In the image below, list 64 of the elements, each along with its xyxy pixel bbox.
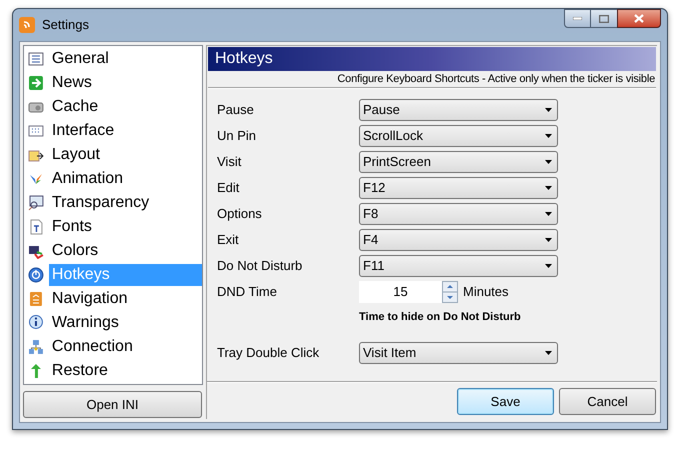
category-item[interactable]: Colors	[48, 240, 202, 262]
close-icon	[634, 14, 644, 23]
open-ini-button[interactable]: Open INI	[23, 391, 202, 418]
dropdown-arrow-icon	[545, 264, 552, 268]
field-label: DND Time	[217, 283, 278, 302]
grid-icon	[28, 123, 44, 139]
category-item[interactable]: Restore	[48, 360, 202, 382]
field-label: Un Pin	[217, 127, 258, 146]
hotkey-dropdown[interactable]: PrintScreen	[359, 151, 558, 173]
field-label: Do Not Disturb	[217, 257, 304, 276]
close-button[interactable]	[617, 9, 661, 28]
maximize-icon	[599, 14, 609, 22]
field-label: Options	[217, 205, 263, 224]
maximize-button[interactable]	[591, 9, 617, 28]
dropdown-arrow-icon	[545, 160, 552, 164]
panel-subtitle: Configure Keyboard Shortcuts - Active only when the ticker is visible	[337, 72, 655, 87]
navigation-icon	[28, 291, 44, 307]
dropdown-arrow-icon	[545, 186, 552, 190]
info-icon	[28, 315, 44, 331]
dropdown-arrow-icon	[545, 108, 552, 112]
spin-arrows-icon	[442, 281, 458, 303]
minimize-icon	[573, 17, 582, 20]
hint-text: Time to hide on Do Not Disturb	[359, 310, 521, 325]
field-label: Visit	[217, 153, 242, 172]
hotkey-dropdown[interactable]: ScrollLock	[359, 125, 558, 147]
category-item[interactable]: Transparency	[48, 192, 202, 214]
dialog-button[interactable]: Cancel	[559, 388, 656, 415]
field-label: Exit	[217, 231, 240, 250]
list-icon	[28, 51, 44, 67]
category-item[interactable]: Warnings	[48, 312, 202, 334]
dropdown-arrow-icon	[545, 238, 552, 242]
power-icon	[28, 267, 44, 283]
category-item[interactable]: Layout	[48, 144, 202, 166]
category-item[interactable]: Connection	[48, 336, 202, 358]
category-item[interactable]: Animation	[48, 168, 202, 190]
category-item[interactable]: Interface	[48, 120, 202, 142]
unit-label: Minutes	[463, 283, 509, 302]
category-item[interactable]: Fonts	[48, 216, 202, 238]
dropdown-arrow-icon	[545, 212, 552, 216]
network-icon	[28, 339, 44, 355]
hotkey-dropdown[interactable]: F11	[359, 255, 558, 277]
app-icon	[19, 17, 35, 33]
window-title: Settings	[42, 16, 89, 34]
hotkey-dropdown[interactable]: F12	[359, 177, 558, 199]
category-item[interactable]: General	[48, 48, 202, 70]
field-label: Tray Double Click	[217, 344, 320, 362]
minutes-spinner[interactable]: 15	[359, 281, 458, 303]
dropdown-arrow-icon	[545, 350, 552, 354]
dropdown-arrow-icon	[545, 134, 552, 138]
panel-header: Hotkeys	[208, 47, 656, 71]
magnifier-icon	[28, 195, 44, 211]
category-item[interactable]: News	[48, 72, 202, 94]
field-label: Pause	[217, 101, 255, 120]
hotkey-dropdown[interactable]: F4	[359, 229, 558, 251]
category-item[interactable]: Cache	[48, 96, 202, 118]
font-icon	[28, 219, 44, 235]
category-item[interactable]: Navigation	[48, 288, 202, 310]
arrow-icon	[28, 75, 44, 91]
field-label: Edit	[217, 179, 240, 198]
hotkey-dropdown[interactable]: F8	[359, 203, 558, 225]
dialog-button[interactable]: Save	[457, 388, 554, 415]
hotkey-dropdown[interactable]: Pause	[359, 99, 558, 121]
hotkey-dropdown[interactable]: Visit Item	[359, 342, 558, 364]
minimize-button[interactable]	[564, 9, 591, 28]
